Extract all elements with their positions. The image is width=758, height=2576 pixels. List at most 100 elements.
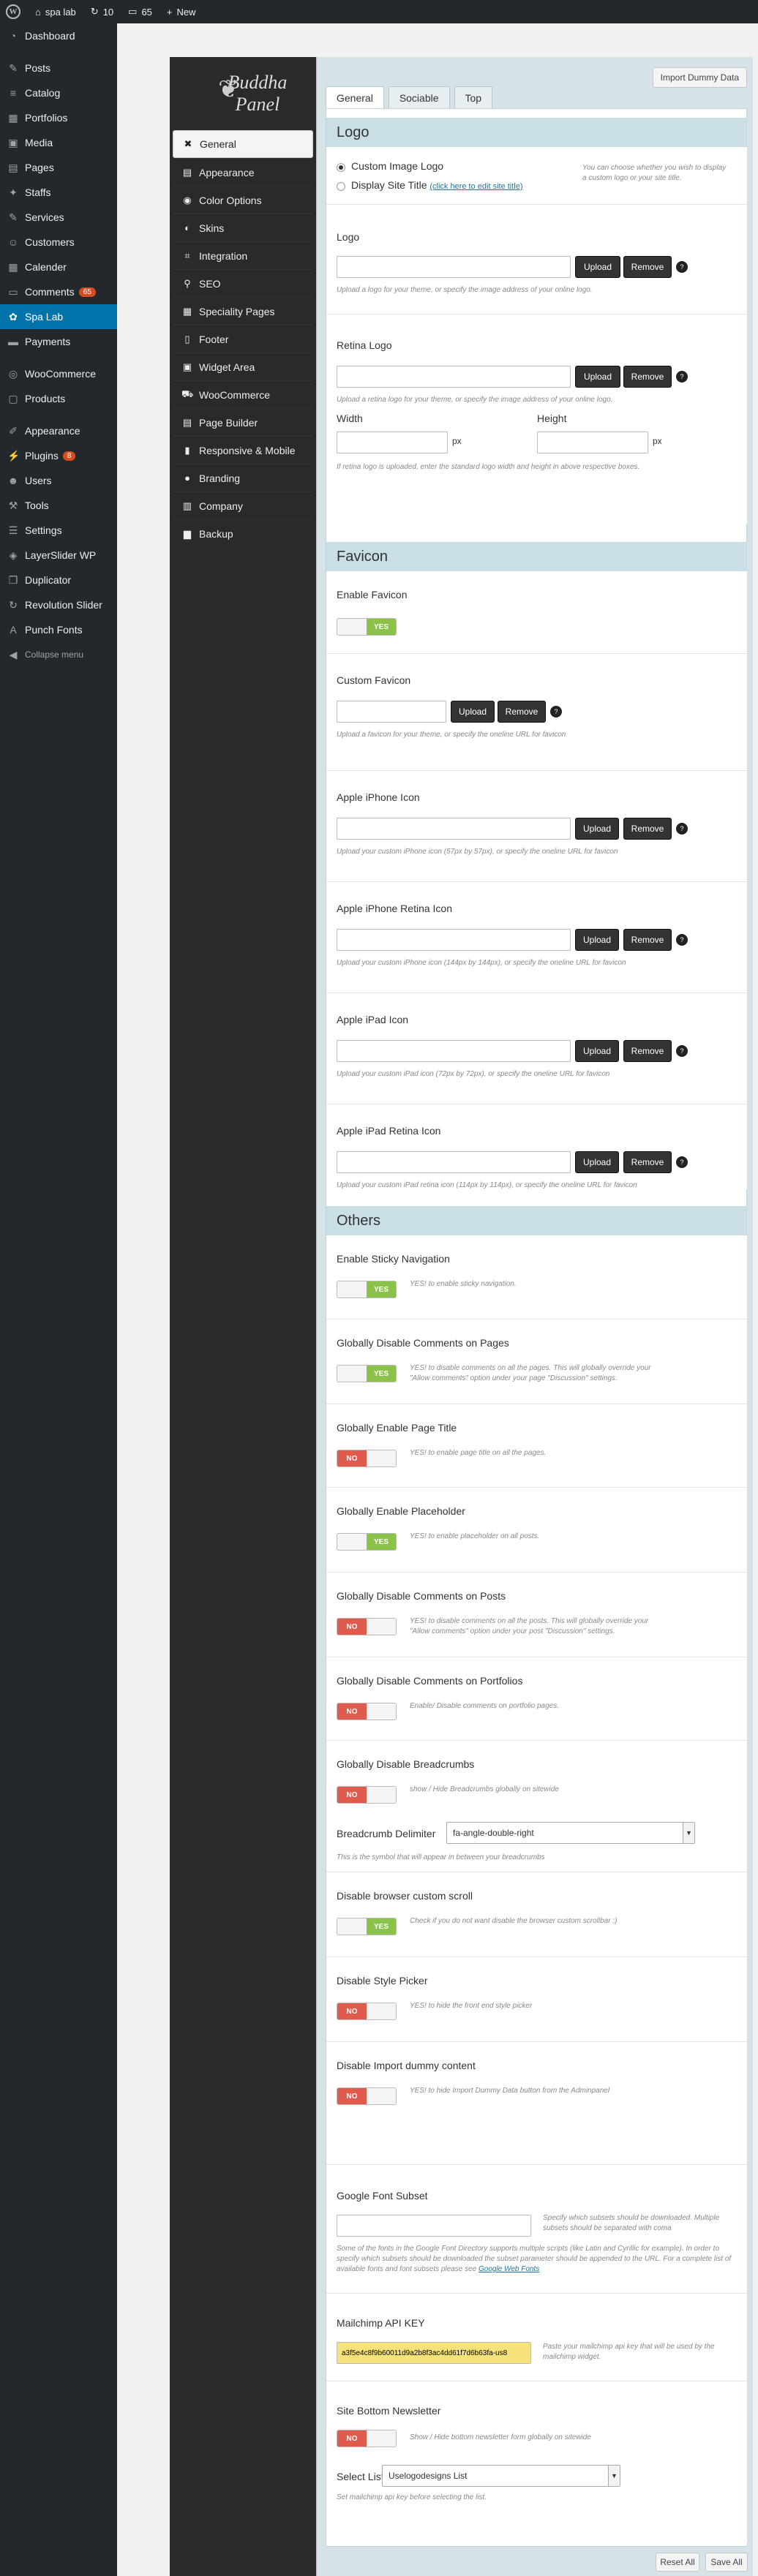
collapse-menu-button[interactable]: ◀ Collapse menu — [0, 642, 117, 667]
admin-menu-item-spa-lab[interactable]: ✿ Spa Lab — [0, 304, 117, 329]
admin-menu-item-services[interactable]: ✎ Services — [0, 205, 117, 230]
favicon-iphone-retina-input[interactable] — [337, 929, 571, 951]
select-list-dropdown[interactable]: Uselogodesigns List ▼ — [382, 2465, 620, 2487]
tab-top[interactable]: Top — [454, 86, 493, 108]
help-icon[interactable]: ? — [550, 706, 562, 718]
save-all-button[interactable]: Save All — [705, 2553, 748, 2572]
disable-import-dummy-content-toggle[interactable]: NO — [337, 2087, 397, 2105]
edit-site-title-link[interactable]: (click here to edit site title) — [429, 182, 522, 191]
google-web-fonts-link[interactable]: Google Web Fonts — [479, 2265, 539, 2273]
admin-menu-item-users[interactable]: ☻ Users — [0, 468, 117, 493]
retina-height-input[interactable] — [537, 432, 648, 453]
globally-enable-page-title-toggle[interactable]: NO — [337, 1450, 397, 1467]
breadcrumb-delimiter-select[interactable]: fa-angle-double-right ▼ — [446, 1822, 695, 1844]
comments-link[interactable]: ▭ 65 — [128, 6, 152, 18]
logo-upload-button[interactable]: Upload — [575, 256, 620, 278]
reset-all-button[interactable]: Reset All — [656, 2553, 699, 2572]
favicon-custom-input[interactable] — [337, 701, 446, 723]
admin-menu-item-staffs[interactable]: ✦ Staffs — [0, 180, 117, 205]
mailchimp-api-key-input[interactable] — [337, 2342, 531, 2364]
panel-nav-widget-area[interactable]: ▣ Widget Area — [173, 353, 313, 380]
panel-nav-speciality-pages[interactable]: ▦ Speciality Pages — [173, 297, 313, 325]
enable-sticky-navigation-toggle[interactable]: YES — [337, 1281, 397, 1298]
admin-menu-item-plugins[interactable]: ⚡ Plugins 8 — [0, 443, 117, 468]
panel-nav-company[interactable]: ▥ Company — [173, 492, 313, 519]
logo-remove-button[interactable]: Remove — [623, 256, 672, 278]
globally-disable-breadcrumbs-toggle[interactable]: NO — [337, 1786, 397, 1804]
admin-menu-item-layerslider-wp[interactable]: ◈ LayerSlider WP — [0, 543, 117, 568]
updates-link[interactable]: ↻ 10 — [91, 6, 113, 18]
wp-logo-menu[interactable]: W — [6, 4, 20, 19]
admin-menu-item-punch-fonts[interactable]: A Punch Fonts — [0, 617, 117, 642]
favicon-ipad-remove-button[interactable]: Remove — [623, 1040, 672, 1062]
admin-menu-item-comments[interactable]: ▭ Comments 65 — [0, 279, 117, 304]
globally-disable-comments-on-posts-toggle[interactable]: NO — [337, 1618, 397, 1635]
favicon-iphone-input[interactable] — [337, 818, 571, 840]
admin-menu-item-appearance[interactable]: ✐ Appearance — [0, 418, 117, 443]
retina-width-input[interactable] — [337, 432, 448, 453]
panel-nav-appearance[interactable]: ▤ Appearance — [173, 158, 313, 186]
panel-nav-color-options[interactable]: ◉ Color Options — [173, 186, 313, 214]
panel-nav-skins[interactable]: ◐ Skins — [173, 214, 313, 241]
favicon-ipad-retina-upload-button[interactable]: Upload — [575, 1151, 619, 1173]
favicon-iphone-upload-button[interactable]: Upload — [575, 818, 619, 840]
tab-sociable[interactable]: Sociable — [388, 86, 450, 108]
help-icon[interactable]: ? — [676, 371, 688, 383]
favicon-ipad-retina-input[interactable] — [337, 1151, 571, 1173]
admin-menu-item-duplicator[interactable]: ❐ Duplicator — [0, 568, 117, 592]
admin-menu-item-woocommerce[interactable]: ◎ WooCommerce — [0, 361, 117, 386]
panel-nav-general[interactable]: ✖ General — [173, 130, 313, 158]
favicon-custom-upload-button[interactable]: Upload — [451, 701, 495, 723]
enable-favicon-toggle[interactable]: YES — [337, 618, 397, 636]
help-icon[interactable]: ? — [676, 261, 688, 273]
globally-disable-comments-on-pages-toggle[interactable]: YES — [337, 1365, 397, 1382]
retina-logo-url-input[interactable] — [337, 366, 571, 388]
panel-nav-woocommerce[interactable]: ⛟ WooCommerce — [173, 380, 313, 408]
admin-menu-item-tools[interactable]: ⚒ Tools — [0, 493, 117, 518]
panel-nav-page-builder[interactable]: ▤ Page Builder — [173, 408, 313, 436]
logo-url-input[interactable] — [337, 256, 571, 278]
admin-menu-item-dashboard[interactable]: ◔ Dashboard — [0, 23, 117, 48]
help-icon[interactable]: ? — [676, 1045, 688, 1057]
disable-style-picker-toggle[interactable]: NO — [337, 2003, 397, 2020]
admin-menu-item-payments[interactable]: ▬ Payments — [0, 329, 117, 354]
favicon-custom-remove-button[interactable]: Remove — [498, 701, 546, 723]
admin-menu-item-portfolios[interactable]: ▦ Portfolios — [0, 105, 117, 130]
admin-menu-item-settings[interactable]: ☰ Settings — [0, 518, 117, 543]
panel-nav-seo[interactable]: ⚲ SEO — [173, 269, 313, 297]
retina-upload-button[interactable]: Upload — [575, 366, 620, 388]
favicon-iphone-retina-remove-button[interactable]: Remove — [623, 929, 672, 951]
admin-menu-item-customers[interactable]: ☺ Customers — [0, 230, 117, 255]
favicon-iphone-retina-upload-button[interactable]: Upload — [575, 929, 619, 951]
admin-menu-item-calender[interactable]: ▦ Calender — [0, 255, 117, 279]
favicon-ipad-retina-remove-button[interactable]: Remove — [623, 1151, 672, 1173]
google-font-subset-input[interactable] — [337, 2215, 531, 2237]
display-site-title-radio[interactable] — [337, 182, 345, 191]
admin-menu-item-media[interactable]: ▣ Media — [0, 130, 117, 155]
panel-nav-backup[interactable]: ▆ Backup — [173, 519, 313, 547]
favicon-iphone-remove-button[interactable]: Remove — [623, 818, 672, 840]
help-icon[interactable]: ? — [676, 934, 688, 946]
site-bottom-newsletter-toggle[interactable]: NO — [337, 2430, 397, 2447]
tab-general[interactable]: General — [326, 86, 384, 108]
disable-browser-custom-scroll-toggle[interactable]: YES — [337, 1918, 397, 1935]
admin-menu-item-revolution-slider[interactable]: ↻ Revolution Slider — [0, 592, 117, 617]
globally-enable-placeholder-toggle[interactable]: YES — [337, 1533, 397, 1551]
globally-disable-comments-on-portfolios-toggle[interactable]: NO — [337, 1703, 397, 1720]
panel-nav-responsive-mobile[interactable]: ▮ Responsive & Mobile — [173, 436, 313, 464]
help-icon[interactable]: ? — [676, 1156, 688, 1168]
panel-nav-integration[interactable]: ⌗ Integration — [173, 241, 313, 269]
admin-menu-item-pages[interactable]: ▤ Pages — [0, 155, 117, 180]
retina-remove-button[interactable]: Remove — [623, 366, 672, 388]
new-content-link[interactable]: + New — [167, 7, 196, 18]
panel-nav-footer[interactable]: ▯ Footer — [173, 325, 313, 353]
panel-nav-branding[interactable]: ● Branding — [173, 464, 313, 492]
import-dummy-data-button[interactable]: Import Dummy Data — [652, 67, 747, 88]
custom-image-logo-radio[interactable] — [337, 163, 345, 172]
favicon-ipad-input[interactable] — [337, 1040, 571, 1062]
help-icon[interactable]: ? — [676, 823, 688, 835]
admin-menu-item-catalog[interactable]: ≡ Catalog — [0, 80, 117, 105]
favicon-ipad-upload-button[interactable]: Upload — [575, 1040, 619, 1062]
site-name-link[interactable]: ⌂ spa lab — [35, 7, 76, 18]
admin-menu-item-products[interactable]: ▢ Products — [0, 386, 117, 411]
